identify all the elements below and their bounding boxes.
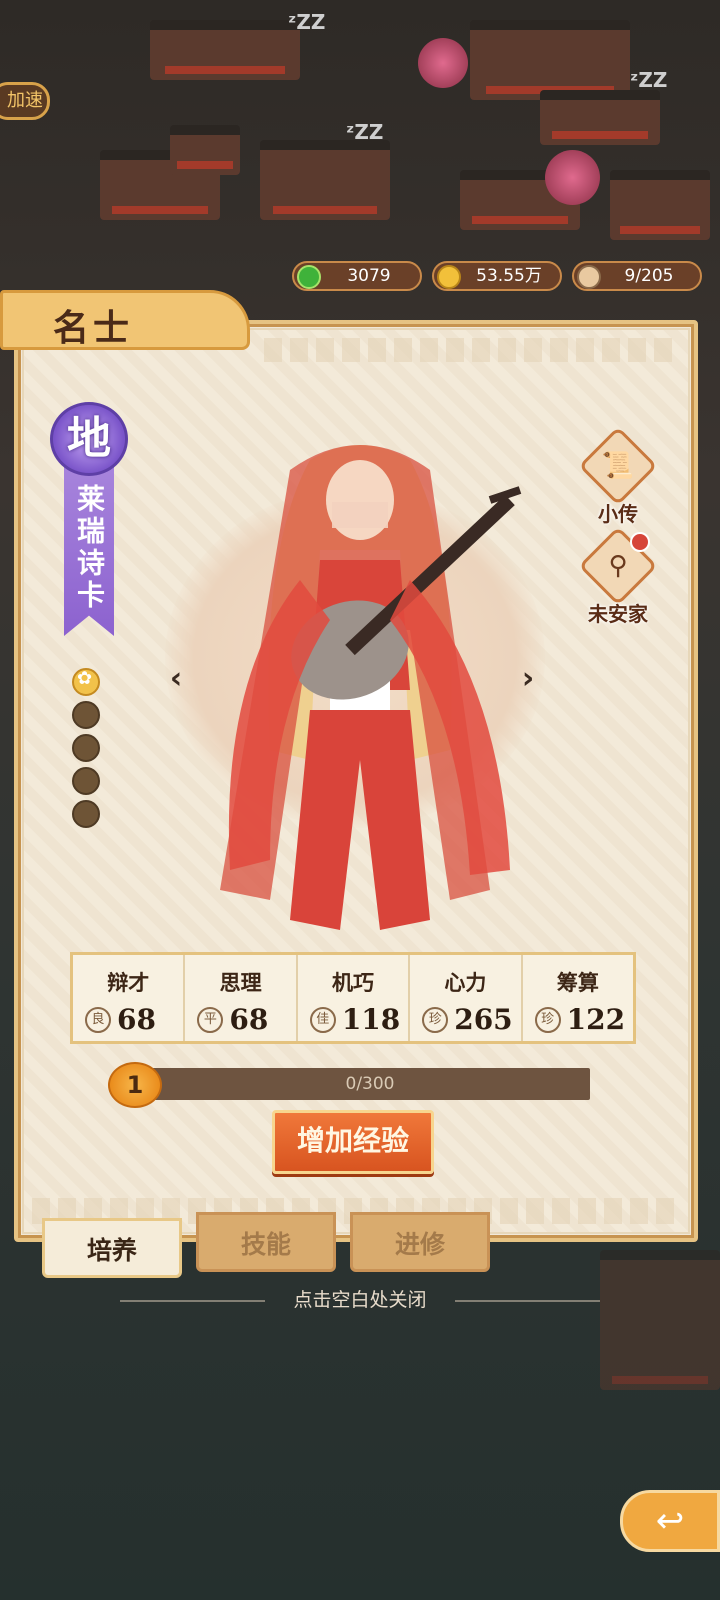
building (170, 125, 240, 175)
close-hint[interactable]: 点击空白处关闭 (120, 1285, 600, 1315)
tab-skills[interactable]: 技能 (196, 1212, 336, 1272)
tab-study[interactable]: 进修 (350, 1212, 490, 1272)
resource-value: 9/205 (624, 266, 674, 286)
stat-cell: 筹算 珍 122 (523, 955, 633, 1041)
population-icon (577, 265, 601, 289)
tab-train[interactable]: 培养 (42, 1218, 182, 1278)
rank-badge: 地 (50, 402, 128, 476)
star-dot-filled (72, 668, 100, 696)
blossom-tree (545, 150, 600, 205)
sleep-icon: ᶻZZ (630, 68, 668, 92)
stat-value: 118 (341, 1003, 401, 1036)
stat-name: 机巧 (332, 970, 375, 995)
building (540, 90, 660, 145)
star-dots (72, 668, 102, 833)
copper-coin-icon (437, 265, 461, 289)
stat-cell: 思理 平 68 (185, 955, 298, 1041)
resource-value: 53.55万 (476, 266, 542, 286)
star-dot-empty (72, 800, 100, 828)
stat-value: 68 (229, 1003, 269, 1036)
add-exp-button[interactable]: 增加经验 (272, 1110, 434, 1174)
home-status-button[interactable]: ⚲ 未安家 (578, 526, 658, 627)
alert-badge (630, 532, 650, 552)
building (150, 20, 300, 80)
resource-jade[interactable]: 3079 (292, 261, 422, 291)
jade-coin-icon (297, 265, 321, 289)
resource-value: 3079 (347, 266, 391, 286)
exp-bar: 0/300 (150, 1068, 590, 1100)
blossom-tree (418, 38, 468, 88)
character-portrait[interactable] (160, 430, 560, 950)
star-dot-empty (72, 767, 100, 795)
stat-name: 心力 (444, 970, 487, 995)
prev-character-arrow[interactable]: ‹ (162, 662, 190, 696)
stats-table: 辩才 良 68 思理 平 68 机巧 佳 118 心力 珍 265 筹算 珍 1… (70, 952, 636, 1044)
scroll-icon: 📜 (601, 451, 635, 481)
building (610, 170, 710, 240)
building (260, 140, 390, 220)
stat-name: 筹算 (556, 970, 599, 995)
name-ribbon: 莱瑞诗卡 (64, 466, 114, 636)
panel-title-tab: 名士 (0, 290, 250, 350)
building (600, 1250, 720, 1390)
sleep-icon: ᶻZZ (288, 10, 326, 34)
resource-copper[interactable]: 53.55万 (432, 261, 562, 291)
stat-value: 68 (117, 1003, 156, 1036)
sleep-icon: ᶻZZ (346, 120, 384, 144)
panel-title: 名士 (53, 307, 134, 349)
stat-grade: 佳 (309, 1007, 336, 1033)
biography-button[interactable]: 📜 小传 (578, 426, 658, 527)
stat-grade: 良 (85, 1007, 111, 1033)
star-dot-empty (72, 701, 100, 729)
stat-name: 思理 (219, 970, 262, 995)
back-button[interactable]: ↩ (620, 1490, 720, 1552)
star-dot-empty (72, 734, 100, 762)
level-badge: 1 (108, 1062, 162, 1108)
speed-up-button[interactable]: 加速 (0, 82, 50, 120)
stat-name: 辩才 (107, 970, 150, 995)
stat-cell: 机巧 佳 118 (298, 955, 411, 1041)
panel-pattern-top (264, 338, 680, 362)
back-arrow-icon: ↩ (655, 1501, 685, 1541)
stat-value: 265 (454, 1003, 513, 1036)
character-name: 莱瑞诗卡 (73, 484, 106, 612)
stat-grade: 珍 (534, 1007, 561, 1033)
stat-value: 122 (566, 1003, 626, 1036)
next-character-arrow[interactable]: › (514, 662, 542, 696)
stat-grade: 珍 (422, 1007, 449, 1033)
resource-population[interactable]: 9/205 (572, 261, 702, 291)
stat-cell: 辩才 良 68 (73, 955, 186, 1041)
stat-grade: 平 (197, 1007, 224, 1033)
building (470, 20, 630, 100)
exp-text: 0/300 (345, 1074, 395, 1094)
biography-frame: 📜 (578, 426, 658, 506)
stat-cell: 心力 珍 265 (410, 955, 523, 1041)
